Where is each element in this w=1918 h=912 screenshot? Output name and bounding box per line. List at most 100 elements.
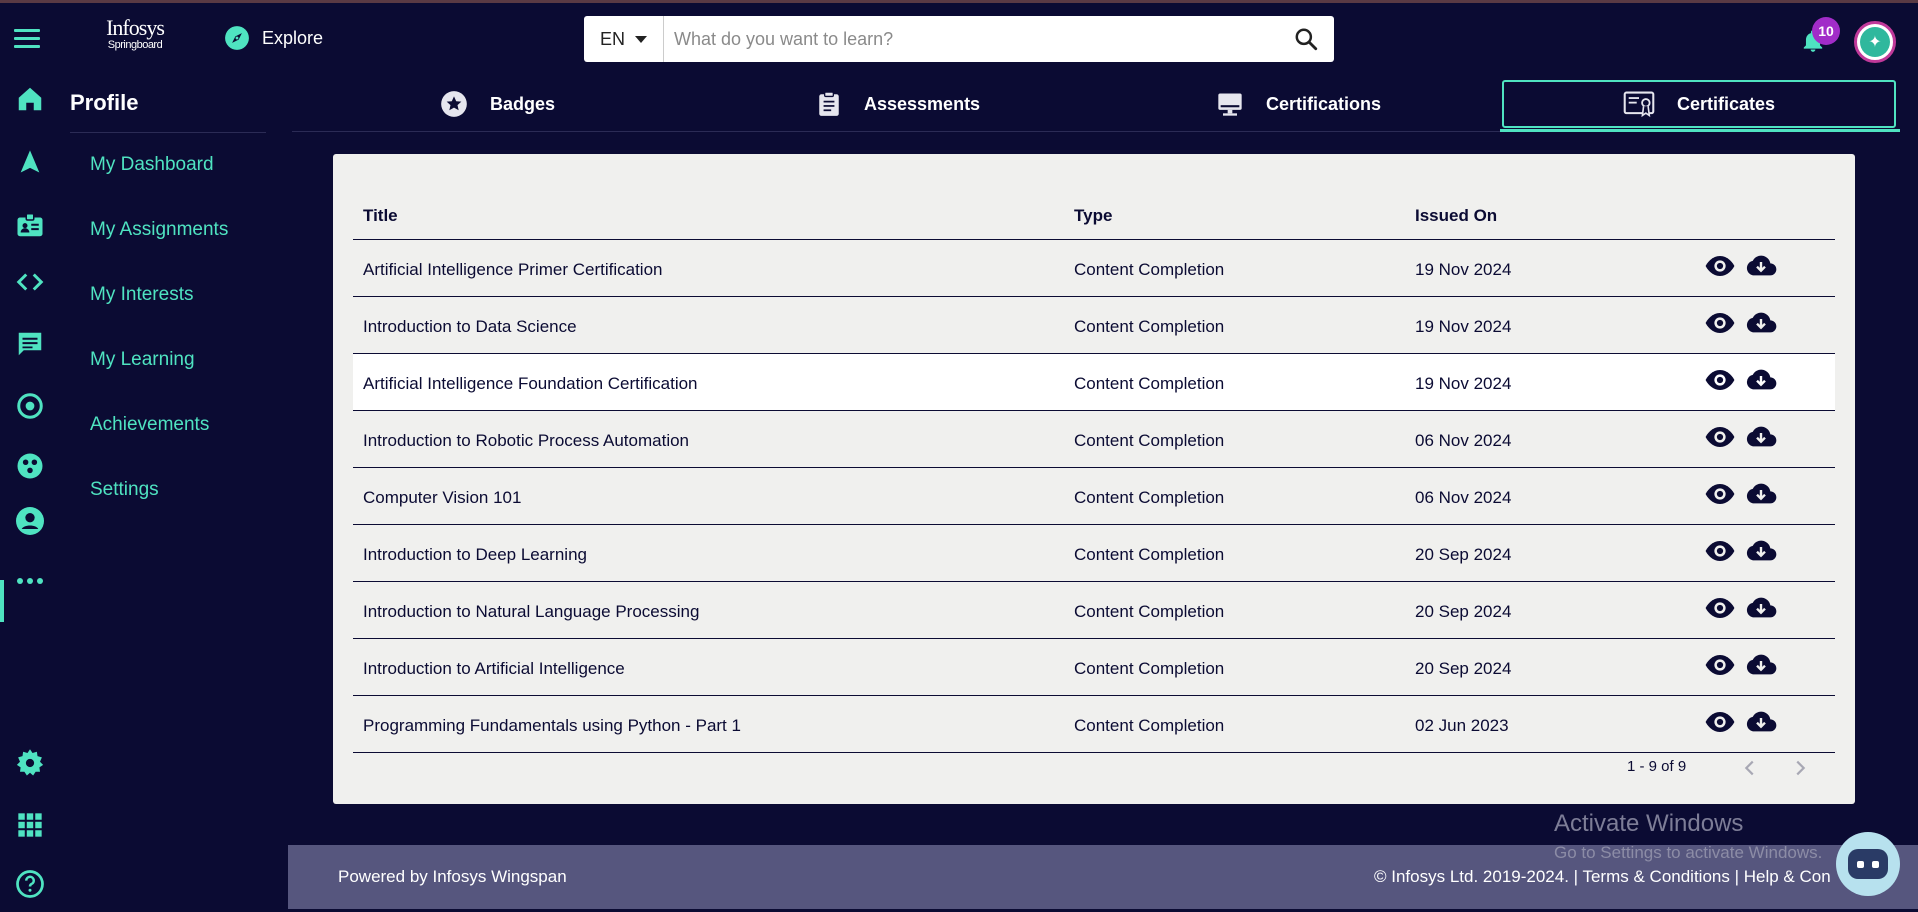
cell-type: Content Completion	[1074, 317, 1225, 336]
footer-links[interactable]: © Infosys Ltd. 2019-2024. | Terms & Cond…	[1374, 867, 1831, 887]
language-value: EN	[599, 28, 625, 49]
header-type: Type	[1074, 206, 1113, 225]
cell-type: Content Completion	[1074, 602, 1225, 621]
tab-badges[interactable]: Badges	[440, 80, 555, 128]
cell-issued-on: 19 Nov 2024	[1415, 317, 1512, 336]
compass-icon	[225, 26, 249, 50]
cell-issued-on: 20 Sep 2024	[1415, 545, 1512, 564]
settings-icon[interactable]	[14, 747, 46, 779]
cloud-download-icon[interactable]	[1745, 709, 1777, 735]
badge-id-icon[interactable]	[14, 209, 46, 241]
apps-grid-icon[interactable]	[14, 809, 46, 841]
eye-icon[interactable]	[1705, 482, 1735, 506]
cell-issued-on: 20 Sep 2024	[1415, 659, 1512, 678]
left-icon-rail	[0, 80, 60, 912]
table-row: Artificial Intelligence Foundation Certi…	[353, 354, 1835, 411]
tab-assessments-label: Assessments	[864, 93, 981, 114]
search-button[interactable]	[1278, 16, 1334, 62]
eye-icon[interactable]	[1705, 653, 1735, 677]
cell-issued-on: 02 Jun 2023	[1415, 716, 1509, 735]
eye-icon[interactable]	[1705, 311, 1735, 335]
chevron-right-icon[interactable]	[1789, 756, 1811, 780]
help-icon[interactable]	[14, 868, 46, 900]
eye-icon[interactable]	[1705, 425, 1735, 449]
tab-certificates[interactable]: Certificates	[1502, 80, 1896, 128]
nav-my-interests[interactable]: My Interests	[90, 280, 228, 345]
tab-badges-label: Badges	[490, 93, 556, 114]
eye-icon[interactable]	[1705, 368, 1735, 392]
tab-certifications[interactable]: Certifications	[1216, 80, 1381, 128]
community-icon[interactable]	[14, 450, 46, 482]
account-icon[interactable]	[14, 505, 46, 537]
user-avatar[interactable]: ✦	[1854, 21, 1896, 63]
notification-count-badge: 10	[1812, 17, 1840, 45]
certificate-icon	[1623, 91, 1655, 118]
table-row: Artificial Intelligence Primer Certifica…	[353, 240, 1835, 297]
nav-my-assignments[interactable]: My Assignments	[90, 215, 228, 280]
table-body: Artificial Intelligence Primer Certifica…	[353, 240, 1835, 753]
star-badge-icon	[441, 91, 467, 117]
header-issued-on: Issued On	[1415, 206, 1498, 225]
table-row: Programming Fundamentals using Python - …	[353, 696, 1835, 753]
cloud-download-icon[interactable]	[1745, 481, 1777, 507]
eye-icon[interactable]	[1705, 254, 1735, 278]
cell-type: Content Completion	[1074, 716, 1225, 735]
table-row: Introduction to Deep Learning Content Co…	[353, 525, 1835, 582]
target-icon[interactable]	[14, 390, 46, 422]
code-icon[interactable]	[14, 266, 46, 298]
home-icon[interactable]	[14, 83, 46, 115]
cell-title: Artificial Intelligence Foundation Certi…	[363, 374, 698, 393]
cloud-download-icon[interactable]	[1745, 310, 1777, 336]
tab-assessments[interactable]: Assessments	[816, 80, 980, 128]
cloud-download-icon[interactable]	[1745, 367, 1777, 393]
eye-icon[interactable]	[1705, 596, 1735, 620]
cloud-download-icon[interactable]	[1745, 424, 1777, 450]
nav-settings[interactable]: Settings	[90, 475, 228, 540]
eye-icon[interactable]	[1705, 710, 1735, 734]
cell-title: Computer Vision 101	[363, 488, 522, 507]
profile-heading: Profile	[70, 90, 139, 115]
search-icon	[1295, 28, 1318, 51]
table-row: Introduction to Data Science Content Com…	[353, 297, 1835, 354]
powered-by-text: Powered by Infosys Wingspan	[338, 867, 567, 886]
infosys-springboard-logo[interactable]: Infosys Springboard	[100, 17, 170, 61]
chevron-left-icon[interactable]	[1739, 756, 1761, 780]
nav-my-dashboard[interactable]: My Dashboard	[90, 150, 228, 215]
cell-title: Artificial Intelligence Primer Certifica…	[363, 260, 663, 279]
cell-type: Content Completion	[1074, 659, 1225, 678]
cell-type: Content Completion	[1074, 545, 1225, 564]
explore-button[interactable]: Explore	[224, 25, 323, 51]
activate-windows-title: Activate Windows	[1554, 810, 1744, 837]
eye-icon[interactable]	[1705, 539, 1735, 563]
cloud-download-icon[interactable]	[1745, 253, 1777, 279]
cell-issued-on: 06 Nov 2024	[1415, 488, 1512, 507]
cell-issued-on: 19 Nov 2024	[1415, 260, 1512, 279]
chevron-down-icon	[635, 35, 647, 43]
cell-title: Introduction to Robotic Process Automati…	[363, 431, 690, 450]
more-icon[interactable]	[14, 565, 46, 597]
menu-icon[interactable]	[14, 29, 40, 49]
table-row: Introduction to Natural Language Process…	[353, 582, 1835, 639]
monitor-icon	[1218, 93, 1242, 116]
search-input[interactable]	[664, 16, 1278, 62]
cell-issued-on: 19 Nov 2024	[1415, 374, 1512, 393]
cloud-download-icon[interactable]	[1745, 538, 1777, 564]
activate-windows-subtitle: Go to Settings to activate Windows.	[1554, 843, 1823, 862]
cloud-download-icon[interactable]	[1745, 652, 1777, 678]
navigation-icon[interactable]	[14, 146, 46, 178]
explore-label: Explore	[262, 27, 324, 48]
cloud-download-icon[interactable]	[1745, 595, 1777, 621]
nav-achievements[interactable]: Achievements	[90, 410, 228, 475]
language-select[interactable]: EN	[584, 16, 664, 62]
avatar-figure-icon: ✦	[1860, 27, 1890, 57]
chatbot-button[interactable]	[1836, 832, 1900, 896]
logo-text-main: Infosys	[106, 15, 165, 40]
header-title: Title	[363, 206, 398, 225]
tab-certificates-label: Certificates	[1676, 93, 1776, 114]
certificates-card: Title Type Issued On Artificial Intellig…	[333, 154, 1855, 804]
cell-title: Introduction to Natural Language Process…	[363, 602, 700, 621]
pagination-range: 1 - 9 of 9	[1627, 758, 1687, 775]
nav-my-learning[interactable]: My Learning	[90, 345, 228, 410]
chat-icon[interactable]	[14, 328, 46, 360]
robot-icon	[1848, 849, 1888, 879]
